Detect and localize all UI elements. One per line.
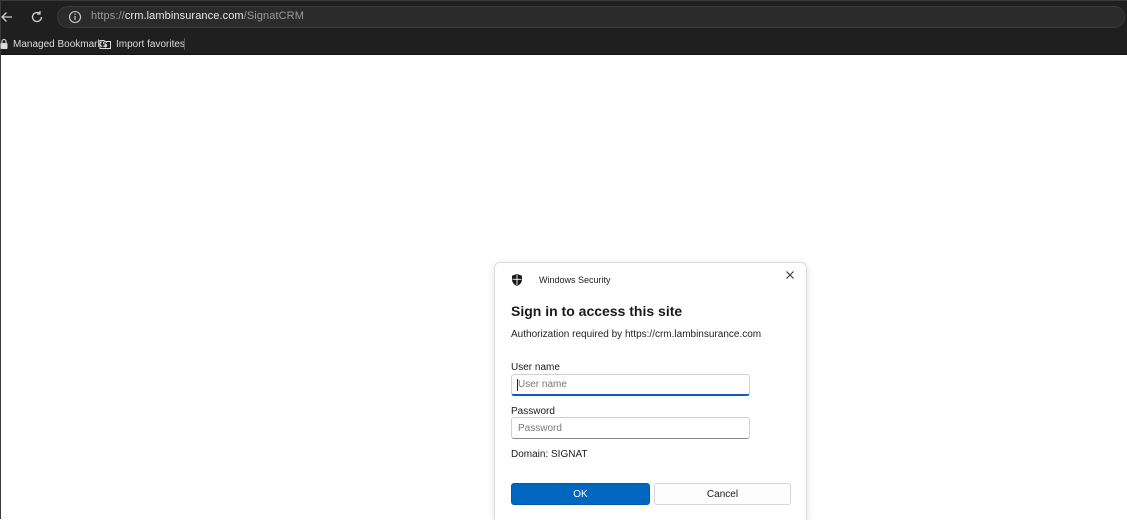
windows-security-dialog: Windows Security Sign in to access this … <box>494 262 807 520</box>
password-label: Password <box>511 406 555 417</box>
close-icon <box>786 271 794 279</box>
text-caret <box>517 379 518 391</box>
url-path: /SignatCRM <box>243 10 304 22</box>
bookmark-separator <box>184 38 185 50</box>
import-folder-icon <box>99 40 111 49</box>
lock-bookmark-icon <box>0 38 8 49</box>
back-button[interactable] <box>0 7 17 27</box>
refresh-icon <box>31 11 43 23</box>
address-bar[interactable]: https://crm.lambinsurance.com/SignatCRM <box>57 6 1125 28</box>
dialog-app-name: Windows Security <box>539 275 611 285</box>
cancel-button[interactable]: Cancel <box>654 483 791 505</box>
arrow-left-icon <box>1 12 12 22</box>
bookmark-managed-bookmarks[interactable]: Managed Bookmarks <box>0 36 108 52</box>
dialog-title: Sign in to access this site <box>511 303 683 319</box>
browser-toolbar: https://crm.lambinsurance.com/SignatCRM <box>1 1 1127 33</box>
bookmarks-bar: Managed Bookmarks Import favorites <box>0 33 1127 55</box>
info-circle-icon[interactable] <box>68 10 82 24</box>
refresh-button[interactable] <box>27 7 47 27</box>
bookmark-import-favorites[interactable]: Import favorites <box>99 36 185 52</box>
url-text[interactable]: https://crm.lambinsurance.com/SignatCRM <box>91 10 304 22</box>
url-host: crm.lambinsurance.com <box>124 10 244 22</box>
username-label: User name <box>511 362 560 373</box>
password-input[interactable] <box>511 417 750 439</box>
url-scheme: https:// <box>91 10 125 22</box>
username-input[interactable] <box>511 374 750 396</box>
shield-icon <box>512 274 522 286</box>
bookmark-label: Managed Bookmarks <box>13 38 108 50</box>
close-button[interactable] <box>782 267 798 283</box>
browser-window: https://crm.lambinsurance.com/SignatCRM … <box>0 0 1127 520</box>
bookmark-label: Import favorites <box>116 38 185 50</box>
dialog-subtitle: Authorization required by https://crm.la… <box>511 329 762 340</box>
domain-text: Domain: SIGNAT <box>511 449 588 460</box>
ok-button[interactable]: OK <box>511 483 650 505</box>
